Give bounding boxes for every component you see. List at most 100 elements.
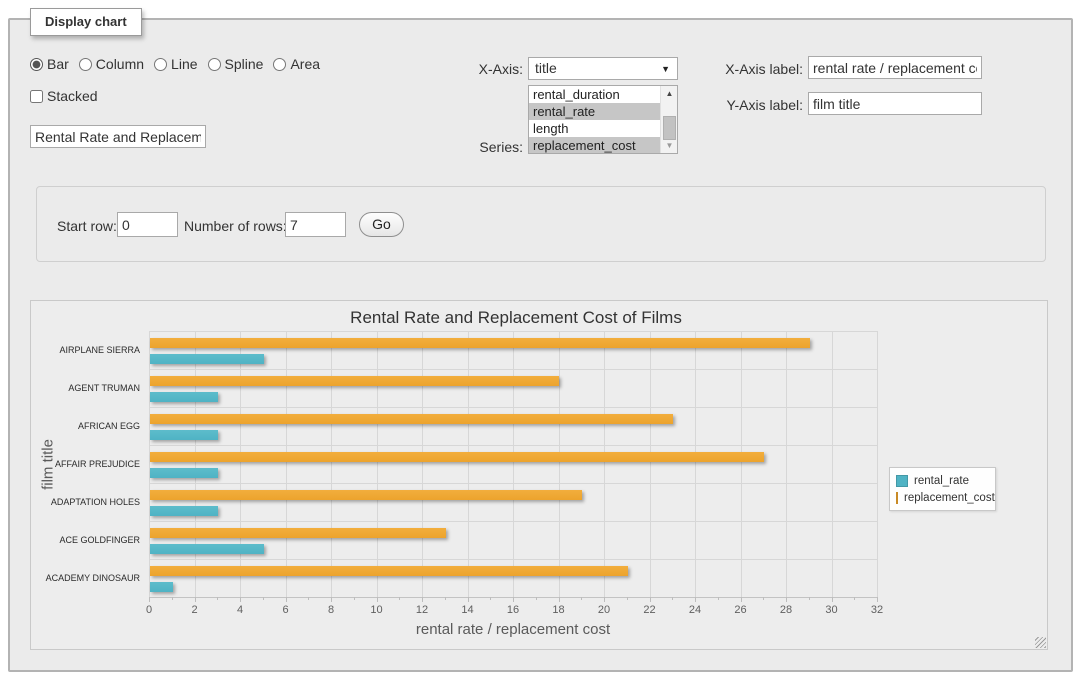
gridline bbox=[832, 331, 833, 597]
axis-tick bbox=[604, 597, 605, 602]
axis-tick bbox=[172, 597, 173, 600]
gridline bbox=[149, 483, 877, 484]
chart-type-radio-spline[interactable] bbox=[208, 58, 221, 71]
axis-tick bbox=[559, 597, 560, 602]
bar-rental_rate[interactable] bbox=[150, 392, 218, 402]
chart-resize-handle[interactable] bbox=[1035, 637, 1046, 648]
category-label: AFRICAN EGG bbox=[31, 421, 140, 431]
series-option-replacement_cost[interactable]: replacement_cost bbox=[529, 137, 677, 154]
start-row-label: Start row: bbox=[57, 218, 117, 234]
axis-tick-label: 16 bbox=[498, 604, 528, 616]
bar-rental_rate[interactable] bbox=[150, 354, 264, 364]
axis-tick-label: 26 bbox=[726, 604, 756, 616]
bar-replacement_cost[interactable] bbox=[150, 376, 559, 386]
stacked-checkbox[interactable] bbox=[30, 90, 43, 103]
axis-tick bbox=[286, 597, 287, 602]
gridline bbox=[695, 331, 696, 597]
gridline bbox=[513, 331, 514, 597]
category-label: ADAPTATION HOLES bbox=[31, 497, 140, 507]
axis-tick-label: 12 bbox=[407, 604, 437, 616]
bar-replacement_cost[interactable] bbox=[150, 414, 673, 424]
x-axis-label-input[interactable] bbox=[808, 56, 982, 79]
scroll-up-icon[interactable]: ▲ bbox=[661, 86, 678, 101]
bar-replacement_cost[interactable] bbox=[150, 490, 582, 500]
chart-type-option-area: Area bbox=[273, 56, 320, 72]
x-axis-select-label: X-Axis: bbox=[440, 61, 523, 77]
chart-type-radio-area[interactable] bbox=[273, 58, 286, 71]
chart-type-radio-line[interactable] bbox=[154, 58, 167, 71]
gridline bbox=[149, 331, 877, 332]
series-option-rental_duration[interactable]: rental_duration bbox=[529, 86, 677, 103]
scrollbar-thumb[interactable] bbox=[663, 116, 676, 140]
gridline bbox=[786, 331, 787, 597]
series-option-length[interactable]: length bbox=[529, 120, 677, 137]
bar-rental_rate[interactable] bbox=[150, 468, 218, 478]
bar-replacement_cost[interactable] bbox=[150, 452, 764, 462]
axis-tick bbox=[741, 597, 742, 602]
axis-tick bbox=[263, 597, 264, 600]
series-option-rental_rate[interactable]: rental_rate bbox=[529, 103, 677, 120]
axis-tick bbox=[581, 597, 582, 600]
number-of-rows-input[interactable] bbox=[285, 212, 346, 237]
chart-title: Rental Rate and Replacement Cost of Film… bbox=[31, 308, 1001, 328]
axis-tick-label: 20 bbox=[589, 604, 619, 616]
go-button[interactable]: Go bbox=[359, 212, 404, 237]
legend-item-rental_rate[interactable]: rental_rate bbox=[896, 472, 989, 489]
scroll-down-icon[interactable]: ▼ bbox=[661, 138, 678, 153]
bar-rental_rate[interactable] bbox=[150, 430, 218, 440]
stacked-row: Stacked bbox=[30, 88, 98, 104]
axis-tick bbox=[513, 597, 514, 602]
axis-tick bbox=[809, 597, 810, 600]
bar-rental_rate[interactable] bbox=[150, 582, 173, 592]
axis-tick bbox=[331, 597, 332, 602]
chart-type-option-column: Column bbox=[79, 56, 144, 72]
axis-tick-label: 30 bbox=[817, 604, 847, 616]
axis-tick bbox=[354, 597, 355, 600]
gridline bbox=[149, 521, 877, 522]
axis-tick bbox=[832, 597, 833, 602]
legend-swatch bbox=[896, 475, 908, 487]
chart-type-option-spline: Spline bbox=[208, 56, 264, 72]
axis-tick-label: 4 bbox=[225, 604, 255, 616]
gridline bbox=[195, 331, 196, 597]
axis-tick bbox=[195, 597, 196, 602]
axis-tick bbox=[536, 597, 537, 600]
axis-tick-label: 18 bbox=[544, 604, 574, 616]
legend-item-replacement_cost[interactable]: replacement_cost bbox=[896, 489, 989, 506]
axis-tick bbox=[240, 597, 241, 602]
bar-rental_rate[interactable] bbox=[150, 544, 264, 554]
axis-tick-label: 0 bbox=[134, 604, 164, 616]
y-axis-label-input[interactable] bbox=[808, 92, 982, 115]
legend-label: rental_rate bbox=[914, 475, 969, 487]
x-axis-select[interactable]: title ▼ bbox=[528, 57, 678, 80]
axis-tick bbox=[877, 597, 878, 602]
axis-tick bbox=[399, 597, 400, 600]
bar-rental_rate[interactable] bbox=[150, 506, 218, 516]
legend-swatch bbox=[896, 492, 898, 504]
axis-tick-label: 2 bbox=[180, 604, 210, 616]
series-listbox[interactable]: rental_durationrental_ratelengthreplacem… bbox=[528, 85, 678, 154]
chart-type-radio-column[interactable] bbox=[79, 58, 92, 71]
axis-tick bbox=[308, 597, 309, 600]
axis-tick bbox=[422, 597, 423, 602]
bar-replacement_cost[interactable] bbox=[150, 566, 628, 576]
axis-tick-label: 32 bbox=[862, 604, 892, 616]
axis-tick bbox=[718, 597, 719, 600]
gridline bbox=[650, 331, 651, 597]
chart-area: Rental Rate and Replacement Cost of Film… bbox=[30, 300, 1048, 650]
bar-replacement_cost[interactable] bbox=[150, 338, 810, 348]
start-row-input[interactable] bbox=[117, 212, 178, 237]
axis-tick bbox=[627, 597, 628, 600]
scrollbar[interactable]: ▲ ▼ bbox=[660, 86, 677, 153]
panel-title: Display chart bbox=[30, 8, 142, 36]
gridline bbox=[149, 445, 877, 446]
axis-tick bbox=[695, 597, 696, 602]
gridline bbox=[149, 559, 877, 560]
category-label: AGENT TRUMAN bbox=[31, 383, 140, 393]
chart-type-radio-bar[interactable] bbox=[30, 58, 43, 71]
axis-tick bbox=[672, 597, 673, 600]
x-axis-label-field-label: X-Axis label: bbox=[713, 61, 803, 77]
axis-tick bbox=[377, 597, 378, 602]
bar-replacement_cost[interactable] bbox=[150, 528, 446, 538]
chart-title-input[interactable] bbox=[30, 125, 206, 148]
